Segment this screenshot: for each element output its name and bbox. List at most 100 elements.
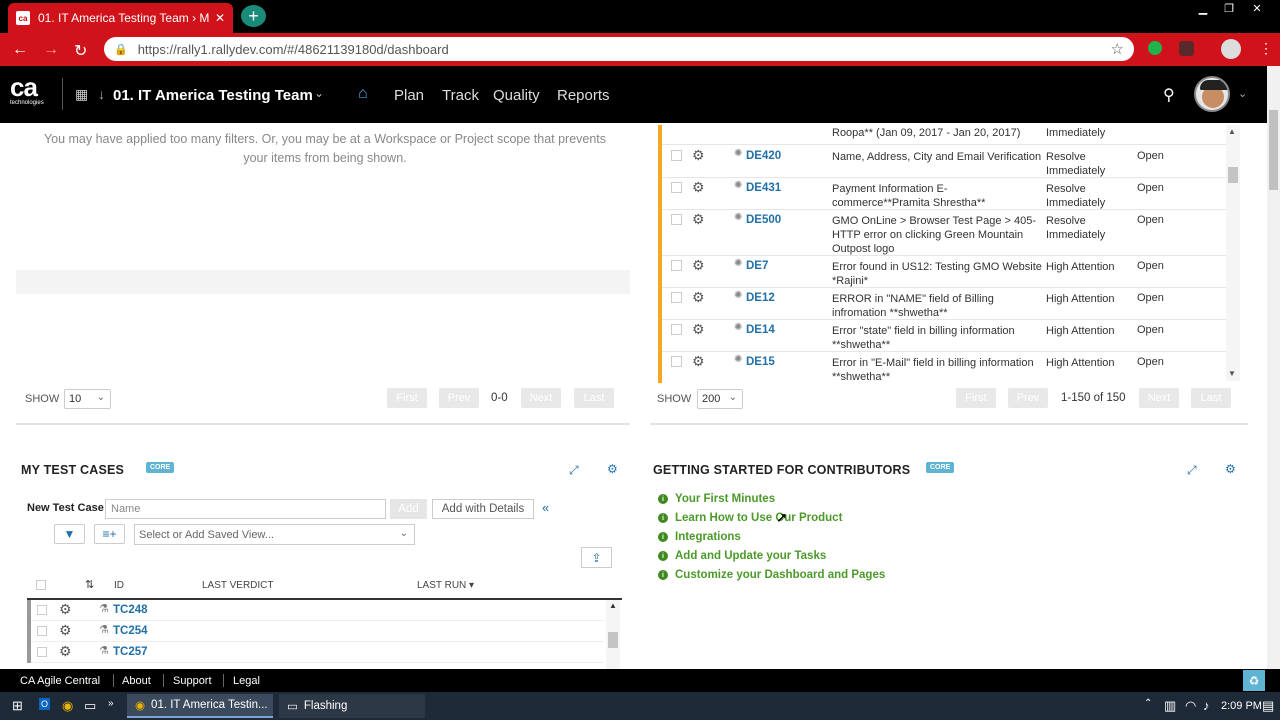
row-checkbox[interactable]	[671, 214, 682, 225]
gear-icon[interactable]: ⚙	[692, 257, 705, 274]
table-row[interactable]: ⚙ ✺ DE7 Error found in US12: Testing GMO…	[662, 256, 1226, 288]
page-scrollbar[interactable]	[1267, 66, 1280, 669]
row-checkbox[interactable]	[37, 605, 47, 615]
notifications-icon[interactable]: ▤	[1262, 698, 1274, 714]
add-with-details-button[interactable]: Add with Details	[432, 499, 534, 519]
test-case-id[interactable]: TC257	[113, 646, 148, 658]
gear-icon[interactable]: ⚙	[692, 179, 705, 196]
rank-sort-icon[interactable]: ⇅	[85, 578, 94, 591]
getting-started-link[interactable]: i Integrations	[658, 531, 741, 543]
nav-reports[interactable]: Reports	[557, 87, 610, 104]
column-last-run[interactable]: LAST RUN ▾	[417, 580, 474, 591]
nav-quality[interactable]: Quality	[493, 87, 540, 104]
select-all-checkbox[interactable]	[36, 580, 46, 590]
test-case-id[interactable]: TC254	[113, 625, 148, 637]
table-row[interactable]: ⚙ ✺ DE14 Error "state" field in billing …	[662, 320, 1226, 352]
defect-id[interactable]: DE12	[746, 292, 775, 304]
bookmark-star-icon[interactable]: ☆	[1111, 40, 1124, 58]
nav-plan[interactable]: Plan	[394, 87, 424, 104]
explorer-icon[interactable]: ▭	[84, 698, 96, 714]
search-icon[interactable]: ⚲	[1163, 85, 1175, 105]
test-case-id[interactable]: TC248	[113, 604, 148, 616]
browser-tab[interactable]: ca 01. IT America Testing Team › My ✕	[8, 3, 233, 33]
defect-id[interactable]: DE15	[746, 356, 775, 368]
forward-icon[interactable]: →	[43, 41, 59, 59]
expand-icon[interactable]: ⤢	[1187, 463, 1197, 478]
row-checkbox[interactable]	[671, 356, 682, 367]
reload-icon[interactable]: ↻	[74, 41, 87, 61]
nav-track[interactable]: Track	[442, 87, 479, 104]
defects-scrollbar[interactable]: ▲ ▼	[1226, 125, 1240, 381]
workspace-icon[interactable]: ▦	[75, 86, 88, 103]
gear-icon[interactable]: ⚙	[692, 289, 705, 306]
export-button[interactable]: ⇪	[581, 547, 612, 568]
chevron-down-icon[interactable]: ⌄	[314, 86, 324, 100]
next-page-button[interactable]: Next	[1139, 388, 1179, 408]
taskbar-task-flashing[interactable]: ▭ Flashing	[279, 694, 425, 718]
chevron-down-icon[interactable]: ⌄	[1238, 87, 1247, 100]
column-id[interactable]: ID	[114, 580, 124, 591]
row-checkbox[interactable]	[37, 647, 47, 657]
footer-link-legal[interactable]: Legal	[233, 675, 260, 687]
last-page-button[interactable]: Last	[574, 388, 614, 408]
windows-start-icon[interactable]: ⊞	[12, 698, 23, 714]
row-checkbox[interactable]	[671, 260, 682, 271]
collapse-icon[interactable]: «	[542, 500, 549, 515]
browser-menu-icon[interactable]: ⋮	[1259, 40, 1273, 57]
back-icon[interactable]: ←	[12, 41, 28, 59]
clock[interactable]: 2:09 PM	[1221, 700, 1262, 712]
row-checkbox[interactable]	[671, 292, 682, 303]
table-row[interactable]: ⚙ ⚗ TC257	[27, 642, 604, 663]
extension-icon[interactable]	[1179, 41, 1194, 56]
footer-link-ca-agile-central[interactable]: CA Agile Central	[20, 675, 100, 687]
minimize-icon[interactable]: ▁	[1190, 0, 1216, 16]
row-checkbox[interactable]	[671, 182, 682, 193]
table-row[interactable]: ⚙ ✺ DE420 Name, Address, City and Email …	[662, 146, 1226, 178]
home-icon[interactable]: ⌂	[358, 85, 368, 103]
table-row[interactable]: ⚙ ✺ DE431 Payment Information E-commerce…	[662, 178, 1226, 210]
expand-icon[interactable]: ⤢	[569, 463, 579, 478]
row-checkbox[interactable]	[37, 626, 47, 636]
wifi-icon[interactable]: ◠	[1185, 698, 1196, 714]
chrome-icon[interactable]: ◉	[62, 698, 73, 714]
table-row[interactable]: ⚙ ⚗ TC254	[27, 621, 604, 642]
scroll-up-icon[interactable]: ▲	[1228, 127, 1236, 136]
prev-page-button[interactable]: Prev	[439, 388, 479, 408]
taskbar-task-chrome[interactable]: ◉ 01. IT America Testin...	[127, 694, 273, 718]
getting-started-link[interactable]: i Learn How to Use Our Product	[658, 512, 842, 524]
table-row[interactable]: ⚙ ✺ DE15 Error in "E-Mail" field in bill…	[662, 352, 1226, 383]
project-selector[interactable]: 01. IT America Testing Team	[113, 87, 313, 104]
network-icon[interactable]: ▥	[1164, 698, 1176, 714]
getting-started-link[interactable]: i Your First Minutes	[658, 493, 775, 505]
gear-icon[interactable]: ⚙	[692, 353, 705, 370]
tray-chevron-icon[interactable]: ⌃	[1144, 698, 1152, 709]
footer-link-about[interactable]: About	[122, 675, 151, 687]
gear-icon[interactable]: ⚙	[607, 462, 618, 476]
scroll-down-icon[interactable]: ▼	[1228, 369, 1236, 378]
add-button[interactable]: Add	[390, 499, 427, 519]
next-page-button[interactable]: Next	[521, 388, 561, 408]
test-cases-scrollbar[interactable]: ▲	[606, 600, 620, 669]
row-checkbox[interactable]	[671, 150, 682, 161]
gear-icon[interactable]: ⚙	[692, 211, 705, 228]
column-last-verdict[interactable]: LAST VERDICT	[202, 580, 274, 591]
first-page-button[interactable]: First	[387, 388, 427, 408]
new-tab-button[interactable]: +	[241, 5, 266, 27]
defect-id[interactable]: DE420	[746, 150, 781, 162]
restore-icon[interactable]: ❐	[1216, 0, 1242, 16]
gear-icon[interactable]: ⚙	[59, 622, 72, 639]
field-picker-button[interactable]: ≡+	[94, 524, 125, 544]
defect-id[interactable]: DE431	[746, 182, 781, 194]
name-input[interactable]: Name	[105, 499, 386, 519]
extension-green-icon[interactable]	[1148, 41, 1162, 55]
getting-started-link[interactable]: i Customize your Dashboard and Pages	[658, 569, 885, 581]
ca-logo[interactable]: ca technologies	[10, 74, 52, 116]
table-row[interactable]: ⚙ ✺ DE12 ERROR in "NAME" field of Billin…	[662, 288, 1226, 320]
outlook-icon[interactable]: O	[39, 698, 51, 710]
gear-icon[interactable]: ⚙	[692, 321, 705, 338]
address-bar[interactable]: 🔒 https://rally1.rallydev.com/#/48621139…	[104, 37, 1134, 61]
footer-link-support[interactable]: Support	[173, 675, 212, 687]
page-size-select[interactable]: 10 ⌄	[64, 389, 111, 409]
row-checkbox[interactable]	[671, 324, 682, 335]
gear-icon[interactable]: ⚙	[692, 147, 705, 164]
